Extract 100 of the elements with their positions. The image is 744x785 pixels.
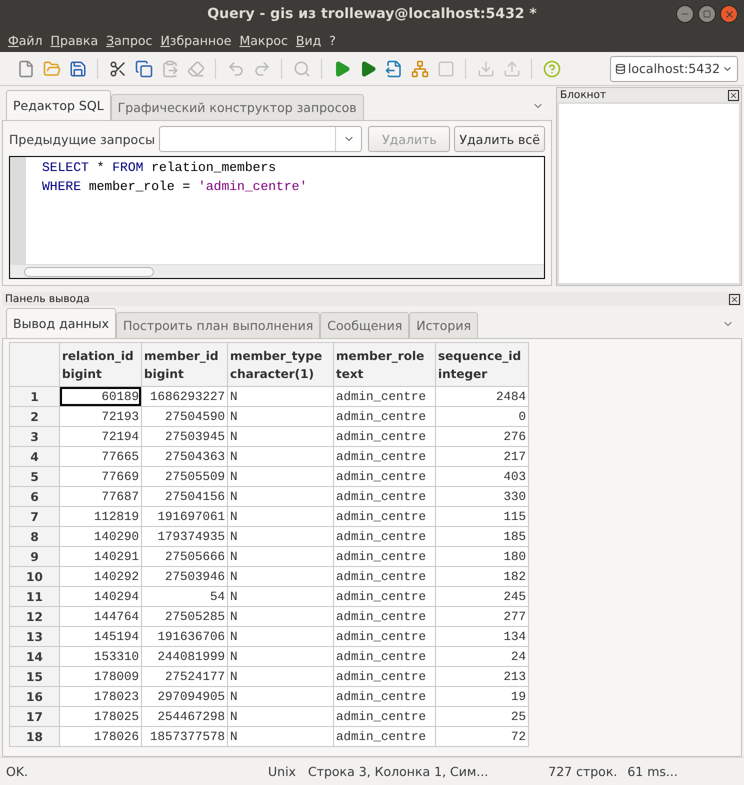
table-cell: 254467298 xyxy=(142,706,228,726)
row-number: 18 xyxy=(10,726,60,746)
line-endings: Unix xyxy=(268,764,296,779)
column-header[interactable]: member_type character(1) xyxy=(228,342,334,386)
row-number: 13 xyxy=(10,626,60,646)
table-cell: N xyxy=(228,426,334,446)
menu-item[interactable]: ? xyxy=(325,32,340,48)
row-number: 7 xyxy=(10,506,60,526)
row-number: 6 xyxy=(10,486,60,506)
table-cell: admin_centre xyxy=(334,506,436,526)
table-cell: 112819 xyxy=(60,506,142,526)
table-cell: N xyxy=(228,606,334,626)
row-number: 10 xyxy=(10,566,60,586)
tab[interactable]: Редактор SQL xyxy=(6,90,111,120)
tab[interactable]: Сообщения xyxy=(320,312,410,338)
table-cell: 115 xyxy=(436,506,528,526)
table-cell: admin_centre xyxy=(334,686,436,706)
table-cell: 72193 xyxy=(60,406,142,426)
row-number: 15 xyxy=(10,666,60,686)
table-cell: 140292 xyxy=(60,566,142,586)
row-number: 2 xyxy=(10,406,60,426)
sql-editor[interactable]: SELECT * FROM relation_members WHERE member_role = 'admin_centre' xyxy=(9,156,545,279)
table-cell: 60189 xyxy=(60,386,142,406)
minimize-button[interactable] xyxy=(676,5,694,23)
history-select[interactable] xyxy=(158,126,362,152)
table-cell: 153310 xyxy=(60,646,142,666)
column-header[interactable]: member_id bigint xyxy=(142,342,228,386)
table-cell: admin_centre xyxy=(334,626,436,646)
column-header[interactable]: sequence_id integer xyxy=(436,342,528,386)
tab[interactable]: История xyxy=(409,312,478,338)
table-cell: 27505509 xyxy=(142,466,228,486)
close-icon[interactable] xyxy=(728,90,739,100)
menu-item[interactable]: Файл xyxy=(4,32,47,48)
menu-item[interactable]: Запрос xyxy=(102,32,156,48)
table-cell: N xyxy=(228,406,334,426)
tab[interactable]: Построить план выполнения xyxy=(116,312,320,338)
column-header[interactable]: member_role text xyxy=(334,342,436,386)
table-cell: 77669 xyxy=(60,466,142,486)
table-cell: 27505666 xyxy=(142,546,228,566)
panel-title: Блокнот xyxy=(560,89,606,101)
table-cell: 2484 xyxy=(436,386,528,406)
table-cell: admin_centre xyxy=(334,566,436,586)
table-cell: N xyxy=(228,686,334,706)
connection-select[interactable]: localhost:5432 xyxy=(610,56,738,82)
table-cell: 24 xyxy=(436,646,528,666)
menu-item[interactable]: Вид xyxy=(292,32,326,48)
row-number: 11 xyxy=(10,586,60,606)
column-header[interactable]: relation_id bigint xyxy=(60,342,142,386)
table-cell: admin_centre xyxy=(334,526,436,546)
menu-item[interactable]: Избранное xyxy=(156,32,236,48)
menu-item[interactable]: Правка xyxy=(46,32,102,48)
close-button[interactable] xyxy=(720,5,738,23)
status-message: OK. xyxy=(6,764,28,779)
table-cell: admin_centre xyxy=(334,646,436,666)
table-cell: N xyxy=(228,526,334,546)
scrollbar[interactable] xyxy=(10,264,544,278)
table-cell: 213 xyxy=(436,666,528,686)
table-cell: 140294 xyxy=(60,586,142,606)
table-cell: N xyxy=(228,506,334,526)
table-cell: admin_centre xyxy=(334,586,436,606)
table-cell: N xyxy=(228,726,334,746)
table-cell: 27504590 xyxy=(142,406,228,426)
row-number: 4 xyxy=(10,446,60,466)
table-cell: admin_centre xyxy=(334,466,436,486)
row-number: 14 xyxy=(10,646,60,666)
menu-item[interactable]: Макрос xyxy=(235,32,292,48)
table-cell: admin_centre xyxy=(334,386,436,406)
row-number: 16 xyxy=(10,686,60,706)
table-cell: admin_centre xyxy=(334,546,436,566)
field-label: Предыдущие запросы xyxy=(9,132,155,146)
table-cell: N xyxy=(228,546,334,566)
table-cell: 27503945 xyxy=(142,426,228,446)
table-cell: N xyxy=(228,706,334,726)
row-number: 1 xyxy=(10,386,60,406)
tab[interactable]: Графический конструктор запросов xyxy=(110,94,364,120)
table-cell: 140291 xyxy=(60,546,142,566)
table-cell: 27505285 xyxy=(142,606,228,626)
close-icon[interactable] xyxy=(729,294,740,304)
table-cell: N xyxy=(228,626,334,646)
delete-all-button[interactable]: Удалить всё xyxy=(454,126,545,152)
row-count: 727 строк. xyxy=(548,764,618,779)
table-cell: admin_centre xyxy=(334,706,436,726)
table-cell: 182 xyxy=(436,566,528,586)
table-cell: 178025 xyxy=(60,706,142,726)
row-number: 17 xyxy=(10,706,60,726)
table-cell: 179374935 xyxy=(142,526,228,546)
table-cell: N xyxy=(228,486,334,506)
table-cell: 77687 xyxy=(60,486,142,506)
table-cell: 180 xyxy=(436,546,528,566)
table-cell: 145194 xyxy=(60,626,142,646)
table-cell: 27504156 xyxy=(142,486,228,506)
row-number: 12 xyxy=(10,606,60,626)
code-line: SELECT * FROM relation_members xyxy=(42,159,278,177)
table-cell: 72 xyxy=(436,726,528,746)
tab[interactable]: Вывод данных xyxy=(6,308,116,338)
maximize-button[interactable] xyxy=(698,5,716,23)
table-cell: 140290 xyxy=(60,526,142,546)
close-icon xyxy=(724,8,734,20)
table-cell: 27503946 xyxy=(142,566,228,586)
table-cell: 245 xyxy=(436,586,528,606)
